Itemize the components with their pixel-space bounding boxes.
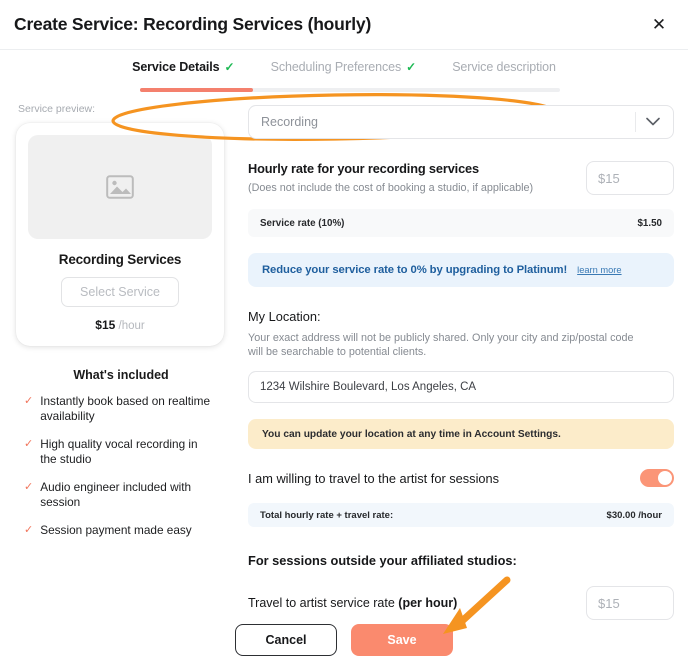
travel-toggle-label: I am willing to travel to the artist for… [248,470,500,486]
preview-column: Service preview: Recording Services Sele… [14,95,228,620]
list-item-label: Audio engineer included with session [40,480,192,509]
modal-footer: Cancel Save [0,624,688,656]
progress-bar [140,88,560,92]
check-icon: ✓ [224,60,235,74]
save-button[interactable]: Save [351,624,453,656]
select-service-button[interactable]: Select Service [61,277,179,307]
travel-rate-label: Travel to artist service rate (per hour) [248,596,458,610]
travel-toggle[interactable] [640,469,674,487]
platinum-upgrade-banner: Reduce your service rate to 0% by upgrad… [248,253,674,287]
list-item: ✓ Audio engineer included with session [14,480,228,510]
service-category-value: Recording [261,115,318,129]
total-rate-value: $30.00 /hour [606,509,662,521]
check-icon: ✓ [24,395,34,407]
page-title: Create Service: Recording Services (hour… [14,14,372,34]
modal-body: Service preview: Recording Services Sele… [0,95,688,620]
outside-studios-title: For sessions outside your affiliated stu… [248,553,517,568]
total-rate-label: Total hourly rate + travel rate: [260,509,394,521]
travel-rate-input[interactable]: $15 [586,586,674,620]
chevron-down-icon [646,117,660,126]
list-item-label: Session payment made easy [40,523,192,537]
whats-included-title: What's included [73,368,169,382]
preview-section-label: Service preview: [18,103,96,115]
travel-rate-label-bold: (per hour) [398,596,458,610]
check-icon: ✓ [24,481,34,493]
travel-toggle-row: I am willing to travel to the artist for… [248,469,674,487]
progress-bar-fill [140,88,254,92]
modal-header: Create Service: Recording Services (hour… [0,0,688,50]
list-item-label: Instantly book based on realtime availab… [40,394,211,423]
tab-service-details[interactable]: Service Details ✓ [132,60,235,74]
hourly-rate-row: Hourly rate for your recording services … [248,161,674,195]
address-input[interactable]: 1234 Wilshire Boulevard, Los Angeles, CA [248,371,674,403]
service-rate-value: $1.50 [637,217,662,229]
tab-service-details-label: Service Details [132,60,220,74]
service-category-select[interactable]: Recording [248,105,674,139]
check-icon: ✓ [24,438,34,450]
list-item: ✓ Session payment made easy [14,523,228,538]
hourly-rate-title: Hourly rate for your recording services [248,161,479,176]
list-item-label: High quality vocal recording in the stud… [40,437,198,466]
location-info-banner: You can update your location at any time… [248,419,674,449]
list-item: ✓ Instantly book based on realtime avail… [14,394,228,424]
toggle-knob [658,471,672,485]
divider [635,112,636,132]
tab-scheduling-preferences-label: Scheduling Preferences [270,60,402,74]
learn-more-link[interactable]: learn more [577,265,621,275]
create-service-modal: Create Service: Recording Services (hour… [0,0,688,668]
location-info-text: You can update your location at any time… [262,428,561,440]
location-section-title: My Location: [248,309,321,324]
location-section-note: Your exact address will not be publicly … [248,332,634,358]
service-rate-bar: Service rate (10%) $1.50 [248,209,674,237]
preview-price-unit: /hour [118,320,145,332]
preview-price: $15 /hour [28,318,212,332]
tab-service-description[interactable]: Service description [452,60,556,74]
tab-bar: Service Details ✓ Scheduling Preferences… [0,50,688,141]
preview-price-amount: $15 [95,318,116,332]
service-rate-label: Service rate (10%) [260,217,345,229]
check-icon: ✓ [24,524,34,536]
list-item: ✓ High quality vocal recording in the st… [14,437,228,467]
hourly-rate-input[interactable]: $15 [586,161,674,195]
travel-rate-row: Travel to artist service rate (per hour)… [248,586,674,620]
hourly-rate-subtitle: (Does not include the cost of booking a … [248,182,534,194]
service-preview-card: Recording Services Select Service $15 /h… [16,123,224,346]
cancel-button[interactable]: Cancel [235,624,337,656]
preview-thumbnail [28,135,212,239]
tab-service-description-label: Service description [452,60,556,74]
close-icon[interactable]: ✕ [644,10,674,40]
platinum-upgrade-text: Reduce your service rate to 0% by upgrad… [262,264,568,276]
tab-scheduling-preferences[interactable]: Scheduling Preferences ✓ [271,60,417,74]
total-rate-bar: Total hourly rate + travel rate: $30.00 … [248,503,674,527]
preview-service-name: Recording Services [58,252,182,267]
check-icon: ✓ [406,60,417,74]
form-column: Recording Hourly rate for your recording… [228,95,674,620]
image-placeholder-icon [106,175,134,199]
